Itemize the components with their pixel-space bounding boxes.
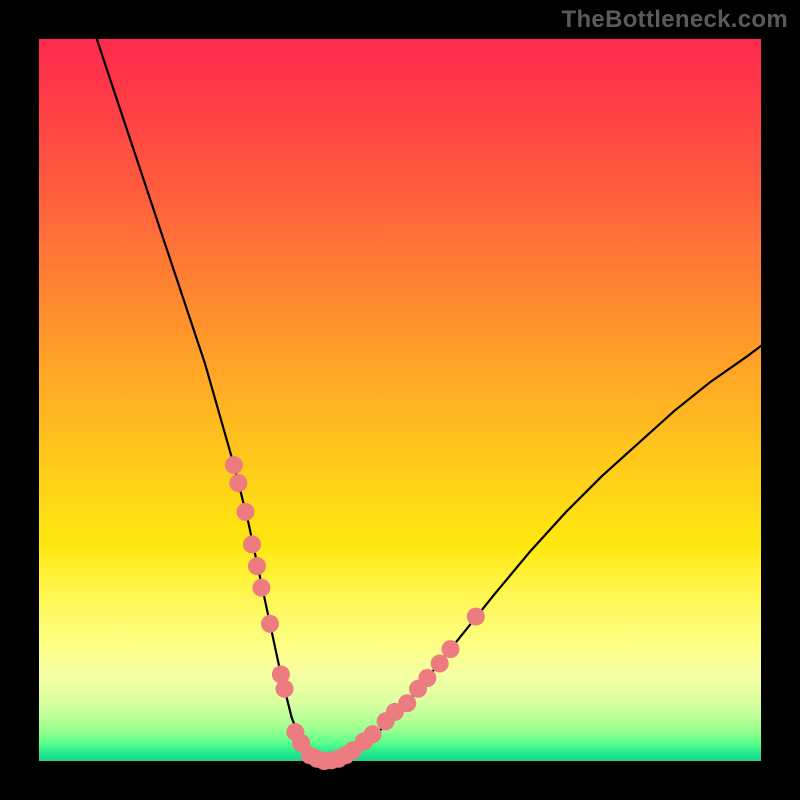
marker-dot (276, 680, 294, 698)
marker-dot (229, 474, 247, 492)
chart-frame: TheBottleneck.com (0, 0, 800, 800)
marker-dot (418, 669, 436, 687)
chart-svg (39, 39, 761, 761)
watermark-text: TheBottleneck.com (562, 6, 788, 34)
marker-dot (431, 655, 449, 673)
marker-dot (225, 456, 243, 474)
bottleneck-curve (97, 39, 761, 761)
marker-dot (261, 615, 279, 633)
plot-area (39, 39, 761, 761)
marker-dot (252, 579, 270, 597)
marker-dot (364, 725, 382, 743)
marker-dot (398, 694, 416, 712)
marker-dot (243, 535, 261, 553)
marker-dot (237, 503, 255, 521)
marker-dot (467, 608, 485, 626)
marker-group (225, 456, 485, 770)
marker-dot (442, 640, 460, 658)
marker-dot (248, 557, 266, 575)
